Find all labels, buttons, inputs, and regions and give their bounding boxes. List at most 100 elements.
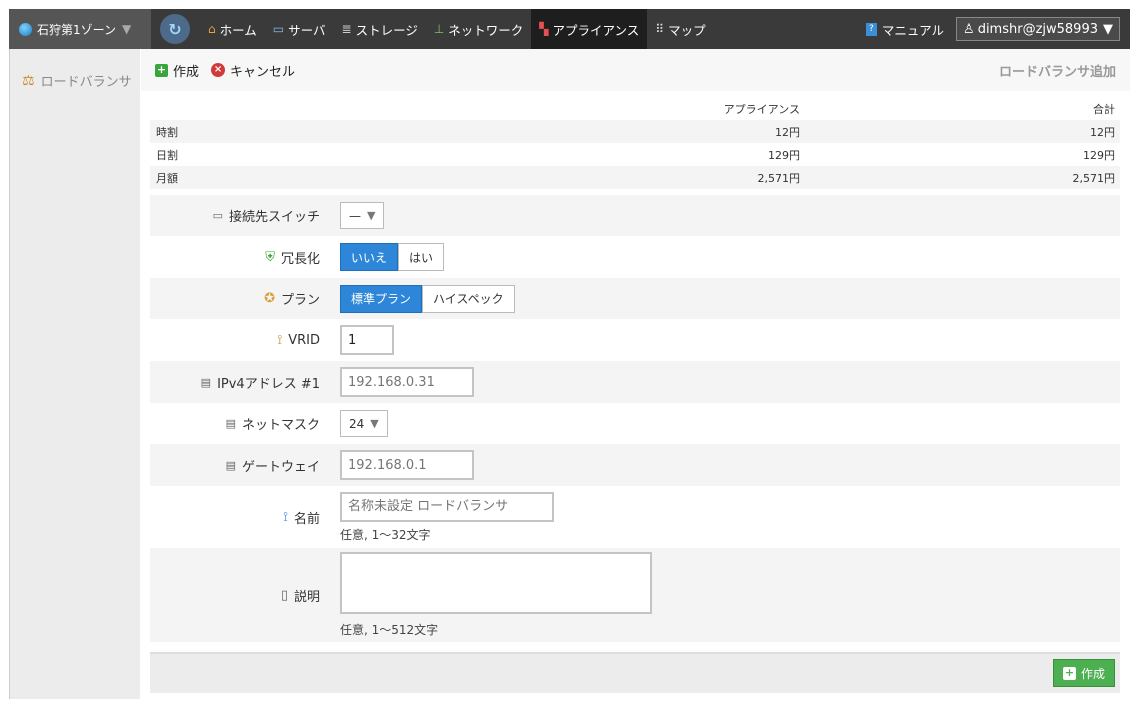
switch-icon: ▭ [212, 209, 223, 222]
appliance-icon: ▚ [539, 22, 549, 36]
gateway-input[interactable] [340, 450, 474, 480]
server-icon: ▭ [272, 22, 285, 36]
switch-select-value: — [349, 208, 361, 223]
notepad-icon: ▯ [280, 587, 288, 603]
sidebar-item-load-balancer[interactable]: ⚖ ロードバランサ [10, 49, 140, 91]
switch-control: — ▼ [340, 202, 1120, 229]
map-icon: ⠿ [655, 22, 665, 36]
desc-hint: 任意, 1〜512文字 [340, 623, 439, 637]
desc-control: 任意, 1〜512文字 [340, 552, 1120, 638]
manual-link[interactable]: ? マニュアル [858, 9, 952, 49]
top-nav: 石狩第1ゾーン ▼ ↻ ⌂ ホーム ▭ サーバ ≣ ストレージ ⊥ ネットワーク… [9, 9, 1130, 49]
zone-selector[interactable]: 石狩第1ゾーン ▼ [9, 9, 151, 49]
switch-select[interactable]: — ▼ [340, 202, 385, 229]
ipv4-label-text: IPv4アドレス #1 [217, 376, 320, 392]
plus-icon: + [1062, 665, 1076, 680]
redundant-control: いいえ はい [340, 243, 1120, 271]
submit-create-button[interactable]: + 作成 [1052, 659, 1115, 687]
ipv4-control [340, 367, 1120, 397]
user-menu[interactable]: ♙ dimshr@zjw58993 ▼ [956, 17, 1120, 41]
ipv4-label: ▤ IPv4アドレス #1 [150, 373, 340, 392]
cost-total: 12円 [1090, 125, 1115, 139]
shield-icon: ⛨ [265, 249, 275, 265]
netmask-icon: ▤ [225, 417, 236, 430]
tag-icon: ⟟ [283, 509, 288, 525]
table-row: 時割 12円 12円 [150, 120, 1120, 143]
cancel-label: キャンセル [230, 64, 296, 80]
action-bar: + 作成 × キャンセル ロードバランサ追加 [141, 49, 1130, 91]
cost-label: 日割 [156, 148, 178, 162]
cost-total: 129円 [1083, 148, 1115, 162]
form-row-plan: ✪ プラン 標準プラン ハイスペック [150, 278, 1120, 319]
nav-server[interactable]: ▭ サーバ [265, 9, 334, 49]
form-row-vrid: ⟟ VRID [150, 319, 1120, 361]
submit-label: 作成 [1080, 666, 1105, 681]
tag-icon: ⟟ [277, 332, 283, 348]
user-icon: ♙ [963, 21, 975, 37]
netmask-select[interactable]: 24 ▼ [340, 410, 388, 437]
page-title: ロードバランサ追加 [998, 64, 1116, 80]
network-icon: ⊥ [433, 22, 445, 36]
form-row-redundant: ⛨ 冗長化 いいえ はい [150, 236, 1120, 278]
nav-map[interactable]: ⠿ マップ [647, 9, 713, 49]
cost-table: アプライアンス 合計 時割 12円 12円 日割 129円 129円 月額 2,… [150, 97, 1120, 189]
netmask-label-text: ネットマスク [241, 418, 320, 433]
close-icon: × [211, 63, 226, 77]
desc-textarea[interactable] [340, 552, 652, 614]
globe-icon [19, 22, 32, 36]
nav-home-label: ホーム [219, 22, 257, 38]
form-row-netmask: ▤ ネットマスク 24 ▼ [150, 403, 1120, 444]
redundant-no-button[interactable]: いいえ [340, 243, 399, 271]
home-icon: ⌂ [208, 22, 216, 36]
chevron-down-icon: ▼ [122, 22, 132, 36]
manual-label: マニュアル [881, 22, 945, 38]
create-action[interactable]: + 作成 [155, 61, 199, 80]
ipv4-input[interactable] [340, 367, 474, 397]
redundant-label-text: 冗長化 [280, 251, 320, 267]
vrid-control [340, 325, 1120, 355]
cancel-action[interactable]: × キャンセル [211, 61, 295, 80]
switch-label-text: 接続先スイッチ [228, 210, 320, 225]
scale-icon: ⚖ [22, 72, 35, 89]
gateway-label-text: ゲートウェイ [241, 459, 320, 475]
cost-header-total: 合計 [1093, 102, 1115, 116]
redundant-yes-button[interactable]: はい [398, 243, 445, 271]
name-control: 任意, 1〜32文字 [340, 491, 1120, 543]
refresh-icon[interactable]: ↻ [160, 14, 190, 44]
plan-label: ✪ プラン [150, 289, 340, 308]
gateway-control [340, 450, 1120, 480]
zone-label: 石狩第1ゾーン [37, 22, 117, 37]
name-input[interactable] [340, 491, 554, 522]
nav-appliance[interactable]: ▚ アプライアンス [531, 9, 648, 49]
sidebar-item-label: ロードバランサ [40, 75, 132, 90]
netmask-select-value: 24 [349, 416, 365, 431]
sidebar: ⚖ ロードバランサ [9, 49, 140, 699]
user-name: dimshr@zjw58993 [977, 21, 1098, 37]
main-panel: + 作成 × キャンセル ロードバランサ追加 アプライアンス 合計 時割 12円… [141, 49, 1130, 699]
plan-standard-button[interactable]: 標準プラン [340, 284, 423, 313]
manual-icon: ? [865, 22, 877, 36]
plan-control: 標準プラン ハイスペック [340, 284, 1120, 313]
vrid-input[interactable] [340, 325, 394, 355]
nav-appliance-label: アプライアンス [552, 22, 640, 38]
netmask-label: ▤ ネットマスク [150, 414, 340, 433]
lb-form: ▭ 接続先スイッチ — ▼ ⛨ 冗長化 いいえ はい ✪ プラン 標準プラン ハ… [150, 195, 1120, 642]
cost-appliance: 129円 [768, 148, 800, 162]
name-label-text: 名前 [293, 511, 320, 527]
gateway-label: ▤ ゲートウェイ [150, 456, 340, 475]
ip-icon: ▤ [200, 375, 212, 389]
form-row-ipv4: ▤ IPv4アドレス #1 [150, 361, 1120, 403]
cost-appliance: 12円 [775, 125, 800, 139]
nav-network[interactable]: ⊥ ネットワーク [426, 9, 531, 49]
plan-highspec-button[interactable]: ハイスペック [422, 284, 515, 313]
nav-map-label: マップ [668, 22, 706, 38]
table-row: 月額 2,571円 2,571円 [150, 166, 1120, 189]
form-footer: + 作成 [150, 652, 1120, 693]
nav-network-label: ネットワーク [448, 22, 524, 38]
redundant-label: ⛨ 冗長化 [150, 248, 340, 267]
plan-label-text: プラン [280, 293, 320, 308]
cost-label: 時割 [156, 125, 178, 139]
nav-home[interactable]: ⌂ ホーム [200, 9, 265, 49]
name-hint: 任意, 1〜32文字 [340, 527, 431, 542]
nav-storage[interactable]: ≣ ストレージ [334, 9, 426, 49]
